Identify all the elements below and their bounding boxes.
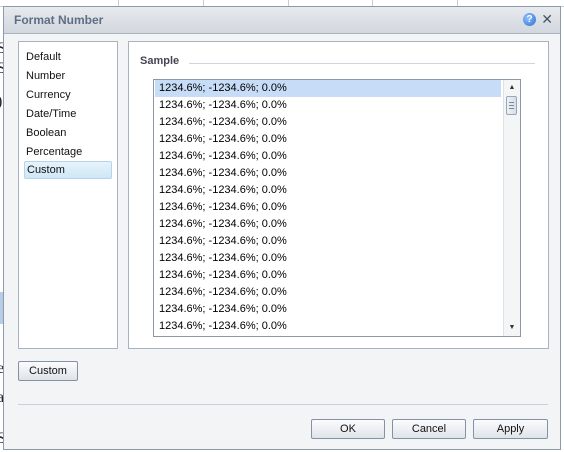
dialog-title: Format Number [14,13,104,27]
sample-row[interactable]: 1234.6%; -1234.6%; 0.0% [155,182,501,199]
custom-button[interactable]: Custom [18,361,78,381]
category-list: Default Number Currency Date/Time Boolea… [18,41,118,349]
footer-divider [18,404,548,405]
category-boolean[interactable]: Boolean [24,124,112,142]
sample-row[interactable]: 1234.6%; -1234.6%; 0.0% [155,216,501,233]
category-datetime[interactable]: Date/Time [24,105,112,123]
sample-row[interactable]: 1234.6%; -1234.6%; 0.0% [155,250,501,267]
scroll-thumb[interactable] [506,96,517,115]
scroll-up-icon[interactable]: ▲ [504,80,520,96]
sample-row[interactable]: 1234.6%; -1234.6%; 0.0% [155,97,501,114]
category-number[interactable]: Number [24,67,112,85]
scroll-down-icon[interactable]: ▼ [504,320,520,336]
vertical-scrollbar[interactable]: ▲ ▼ [503,80,520,336]
sample-row[interactable]: 1234.6%; -1234.6%; 0.0% [155,318,501,335]
sample-row[interactable]: 1234.6%; -1234.6%; 0.0% [155,233,501,250]
sample-row[interactable]: 1234.6%; -1234.6%; 0.0% [155,165,501,182]
cancel-button[interactable]: Cancel [392,419,466,439]
sample-row[interactable]: 1234.6%; -1234.6%; 0.0% [155,199,501,216]
close-icon[interactable]: ✕ [541,11,553,28]
sample-row[interactable]: 1234.6%; -1234.6%; 0.0% [155,284,501,301]
background-text: ) [0,93,2,111]
sample-row[interactable]: 1234.6%; -1234.6%; 0.0% [155,148,501,165]
category-percentage[interactable]: Percentage [24,143,112,161]
sample-listbox[interactable]: 1234.6%; -1234.6%; 0.0% 1234.6%; -1234.6… [153,79,521,337]
help-icon[interactable]: ? [523,13,536,26]
sample-row[interactable]: 1234.6%; -1234.6%; 0.0% [155,80,501,97]
sample-row[interactable]: 1234.6%; -1234.6%; 0.0% [155,131,501,148]
category-default[interactable]: Default [24,48,112,66]
category-custom[interactable]: Custom [24,161,112,179]
sample-panel: Sample 1234.6%; -1234.6%; 0.0% 1234.6%; … [128,41,549,349]
sample-label: Sample [140,55,180,67]
sample-row[interactable]: 1234.6%; -1234.6%; 0.0% [155,267,501,284]
sample-divider [189,63,535,64]
category-currency[interactable]: Currency [24,86,112,104]
format-number-dialog: Format Number ? ✕ Default Number Currenc… [3,6,561,450]
ok-button[interactable]: OK [311,419,385,439]
sample-row[interactable]: 1234.6%; -1234.6%; 0.0% [155,301,501,318]
dialog-titlebar[interactable]: Format Number ? ✕ [4,7,560,34]
apply-button[interactable]: Apply [473,419,548,439]
sample-row[interactable]: 1234.6%; -1234.6%; 0.0% [155,114,501,131]
